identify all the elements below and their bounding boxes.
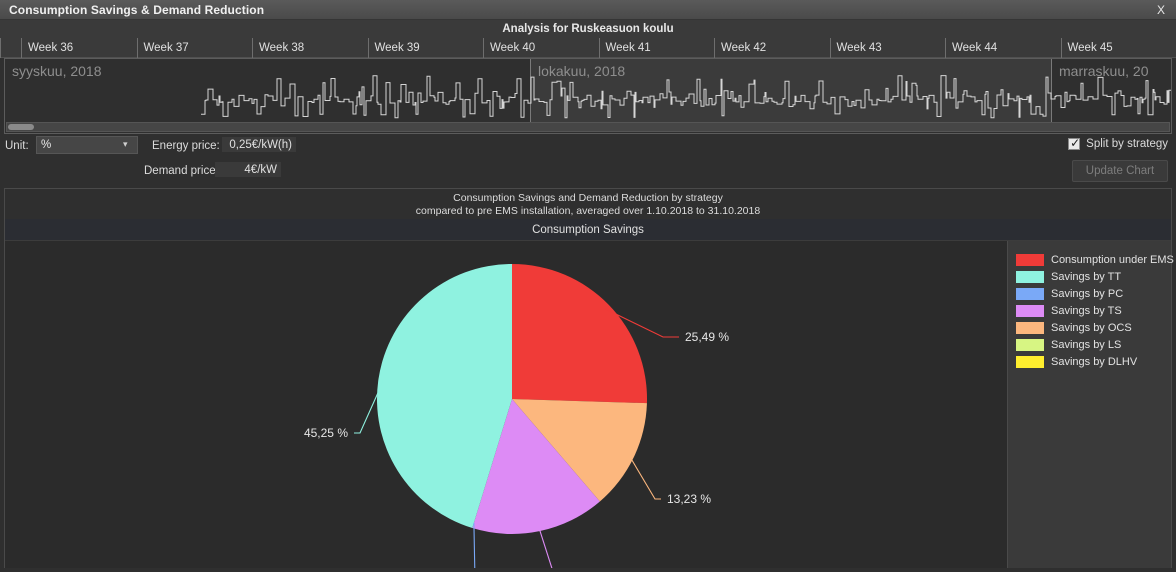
demand-price-field[interactable]: 4€/kW xyxy=(215,162,281,177)
pie-label-leader-line xyxy=(473,522,476,572)
update-chart-button[interactable]: Update Chart xyxy=(1072,160,1168,182)
week-label: Week 42 xyxy=(721,42,767,54)
legend-label: Savings by OCS xyxy=(1051,321,1132,334)
legend-item[interactable]: Consumption under EMS xyxy=(1016,251,1174,268)
split-by-strategy-label: Split by strategy xyxy=(1086,138,1168,150)
chart-title: Consumption Savings and Demand Reduction… xyxy=(5,189,1171,219)
week-label: Week 37 xyxy=(143,42,189,54)
legend-label: Savings by LS xyxy=(1051,338,1122,351)
legend-item[interactable]: Savings by DLHV xyxy=(1016,353,1171,370)
week-ruler-cell: Week 45 xyxy=(1060,38,1176,58)
legend-label: Savings by TS xyxy=(1051,304,1122,317)
pie-chart[interactable]: 25,49 %13,23 %16,03 %0,00 %45,25 % xyxy=(5,241,1009,572)
legend-item[interactable]: Savings by TT xyxy=(1016,268,1171,285)
week-ruler-cell: Week 37 xyxy=(136,38,253,58)
week-ruler-cell: Week 44 xyxy=(945,38,1061,58)
week-ruler-cell: Week 40 xyxy=(483,38,599,58)
legend-item[interactable]: Savings by PC xyxy=(1016,285,1171,302)
week-ruler: Week 36 Week 37 Week 38 Week 39 Week 40 Week … xyxy=(0,38,1176,58)
legend-color-swatch xyxy=(1016,270,1044,283)
legend-item[interactable]: Savings by LS xyxy=(1016,336,1171,353)
timeline-scrollbar[interactable] xyxy=(6,122,1170,132)
week-ruler-cell: Week 43 xyxy=(829,38,946,58)
demand-price-label: Demand price: xyxy=(144,165,219,177)
legend-label: Savings by PC xyxy=(1051,287,1124,300)
week-label: Week 36 xyxy=(28,42,74,54)
analysis-header: Analysis for Ruskeasuon koulu xyxy=(0,20,1176,38)
energy-price-field[interactable]: 0,25€/kW(h) xyxy=(222,137,296,152)
legend-color-swatch xyxy=(1016,321,1044,334)
legend-label: Savings by TT xyxy=(1051,270,1122,283)
week-label: Week 41 xyxy=(605,42,651,54)
energy-price-label: Energy price: xyxy=(152,140,220,152)
chart-panel-title: Consumption Savings xyxy=(532,223,644,236)
window-title-bar: Consumption Savings & Demand Reduction X xyxy=(0,0,1176,20)
chart-title-line2: compared to pre EMS installation, averag… xyxy=(415,204,761,217)
pie-slice-label: 45,25 % xyxy=(304,426,348,440)
legend-color-swatch xyxy=(1016,287,1044,300)
legend-color-swatch xyxy=(1016,355,1044,368)
legend-label: Savings by DLHV xyxy=(1051,355,1138,368)
pie-slice[interactable] xyxy=(512,264,648,404)
legend-label: Consumption under EMS xyxy=(1051,253,1174,266)
week-ruler-cell: Week 36 xyxy=(21,38,137,58)
timeline-panel[interactable]: syyskuu, 2018 lokakuu, 2018 marraskuu, 20 xyxy=(4,58,1172,134)
week-label: Week 43 xyxy=(836,42,882,54)
split-by-strategy-checkbox[interactable]: Split by strategy xyxy=(1068,136,1168,150)
week-label: Week 40 xyxy=(490,42,536,54)
pie-plot-area: 25,49 %13,23 %16,03 %0,00 %45,25 % xyxy=(5,241,1009,572)
week-ruler-leading-cell xyxy=(0,38,21,58)
chevron-down-icon: ▾ xyxy=(123,139,128,149)
week-label: Week 38 xyxy=(259,42,305,54)
week-label: Week 44 xyxy=(952,42,998,54)
window-title: Consumption Savings & Demand Reduction xyxy=(9,2,265,17)
week-label: Week 39 xyxy=(374,42,420,54)
chart-legend: Consumption under EMS Savings by TT Saving… xyxy=(1007,241,1174,568)
week-label: Week 45 xyxy=(1067,42,1113,54)
week-ruler-cell: Week 38 xyxy=(252,38,368,58)
week-ruler-cell: Week 41 xyxy=(598,38,715,58)
checkbox-check-icon xyxy=(1068,136,1080,150)
chart-panel: Consumption Savings and Demand Reduction… xyxy=(4,188,1174,572)
controls-bar: Unit: % ▾ Energy price: 0,25€/kW(h) Dema… xyxy=(0,136,1176,184)
legend-color-swatch xyxy=(1016,304,1044,317)
pie-label-leader-line xyxy=(628,454,661,500)
application-window: Consumption Savings & Demand Reduction X… xyxy=(0,0,1176,572)
chart-title-line1: Consumption Savings and Demand Reduction… xyxy=(453,191,723,204)
pie-label-leader-line xyxy=(537,525,554,572)
unit-select-value: % xyxy=(41,139,52,151)
legend-color-swatch xyxy=(1016,338,1044,351)
pie-slice-label: 13,23 % xyxy=(667,492,711,506)
legend-item[interactable]: Savings by TS xyxy=(1016,302,1171,319)
timeline-scrollbar-thumb[interactable] xyxy=(8,124,34,130)
week-ruler-cell: Week 42 xyxy=(714,38,830,58)
unit-select[interactable]: % ▾ xyxy=(36,136,138,154)
legend-color-swatch xyxy=(1016,253,1044,266)
close-icon[interactable]: X xyxy=(1146,0,1176,20)
consumption-waveform xyxy=(201,75,1171,119)
analysis-header-label: Analysis for Ruskeasuon koulu xyxy=(502,23,674,35)
legend-item[interactable]: Savings by OCS xyxy=(1016,319,1171,336)
unit-label: Unit: xyxy=(5,140,29,152)
week-ruler-cell: Week 39 xyxy=(367,38,484,58)
pie-slice-label: 25,49 % xyxy=(685,330,729,344)
chart-subtitle-band: Consumption Savings xyxy=(5,219,1171,241)
